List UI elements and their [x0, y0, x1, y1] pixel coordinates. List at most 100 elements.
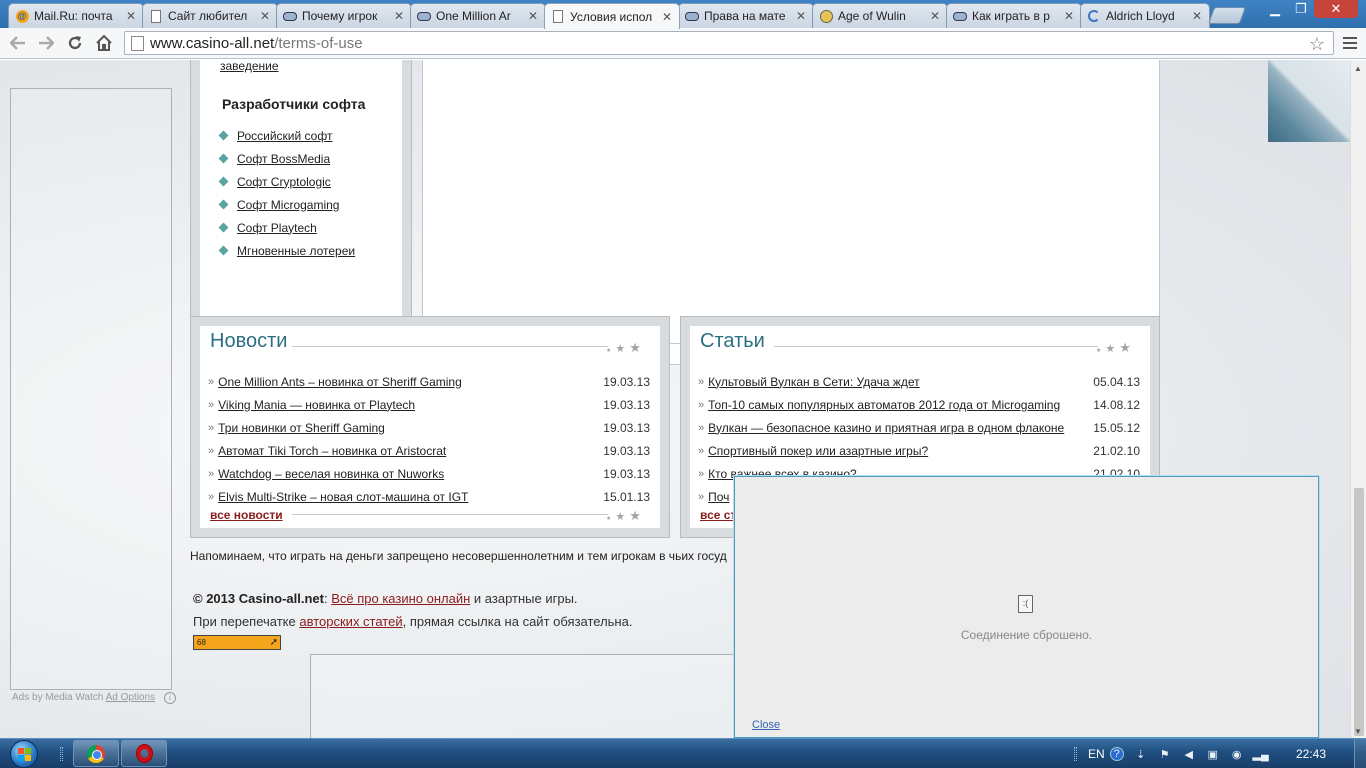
list-item: » Культовый Вулкан в Сети: Удача ждет 05.0… [698, 370, 1140, 393]
developer-list-item: Софт Microgaming [218, 193, 355, 216]
page-peel-ad[interactable] [1268, 60, 1350, 142]
tray-grip[interactable] [1074, 747, 1077, 761]
news-link[interactable]: Viking Mania — новинка от Playtech [218, 398, 595, 412]
device-icon[interactable]: ▣ [1206, 747, 1220, 761]
divider [774, 346, 1098, 347]
guillemet-bullet-icon: » [208, 490, 215, 503]
maximize-icon[interactable]: ❐ [1288, 0, 1314, 18]
page-icon [551, 10, 565, 24]
scroll-thumb[interactable] [1354, 488, 1364, 736]
forward-button[interactable] [34, 32, 58, 54]
guillemet-bullet-icon: » [698, 375, 705, 388]
item-date: 21.02.10 [1093, 443, 1140, 458]
casino-online-link[interactable]: Всё про казино онлайн [331, 591, 470, 606]
opera-icon [135, 744, 153, 763]
browser-tab[interactable]: Почему игрок ✕ [276, 3, 412, 28]
browser-tab[interactable]: One Million Ar ✕ [410, 3, 546, 28]
browser-tab[interactable]: @ Mail.Ru: почта ✕ [8, 3, 144, 28]
tab-close-icon[interactable]: ✕ [527, 10, 539, 22]
news-link[interactable]: Автомат Tiki Torch – новинка от Aristocr… [218, 444, 595, 458]
developer-link[interactable]: Софт Playtech [237, 221, 317, 235]
help-icon[interactable]: ? [1109, 747, 1124, 761]
home-button[interactable] [92, 32, 116, 54]
tab-close-icon[interactable]: ✕ [661, 11, 673, 23]
side-prev-link[interactable]: заведение [220, 60, 279, 73]
developer-list: Российский софт Софт BossMedia Софт Crypto… [218, 124, 355, 262]
taskbar-opera-button[interactable] [121, 740, 167, 767]
left-ad-banner[interactable] [10, 88, 172, 690]
browser-tab[interactable]: Сайт любител ✕ [142, 3, 278, 28]
language-indicator[interactable]: EN [1088, 747, 1105, 761]
browser-tab[interactable]: Age of Wulin ✕ [812, 3, 948, 28]
copyright-line: © 2013 Casino-all.net: Всё про казино он… [193, 591, 578, 606]
guillemet-bullet-icon: » [208, 398, 215, 411]
tab-title: Aldrich Lloyd [1106, 9, 1175, 23]
vertical-scrollbar[interactable]: ▲ ▼ [1350, 60, 1366, 738]
tab-close-icon[interactable]: ✕ [125, 10, 137, 22]
developer-link[interactable]: Софт Microgaming [237, 198, 339, 212]
bottom-ad-frame[interactable] [310, 654, 740, 738]
tab-close-icon[interactable]: ✕ [259, 10, 271, 22]
news-link[interactable]: Elvis Multi-Strike – новая слот-машина о… [218, 490, 595, 504]
scroll-up-icon[interactable]: ▲ [1354, 64, 1362, 73]
window-close-icon[interactable]: ✕ [1314, 0, 1358, 18]
article-link[interactable]: Топ-10 самых популярных автоматов 2012 г… [708, 398, 1085, 412]
article-link[interactable]: Вулкан — безопасное казино и приятная иг… [708, 421, 1085, 435]
developer-list-item: Софт BossMedia [218, 147, 355, 170]
tab-title: Условия испол [570, 9, 653, 24]
signal-bars-icon[interactable]: ▂▄ [1253, 747, 1269, 761]
all-articles-link[interactable]: все ст [700, 508, 736, 522]
browser-tab[interactable]: Как играть в р ✕ [946, 3, 1082, 28]
browser-tab[interactable]: Права на мате ✕ [678, 3, 814, 28]
info-icon[interactable]: i [163, 692, 176, 704]
minimize-icon[interactable]: ▁ [1262, 0, 1288, 18]
tab-strip: @ Mail.Ru: почта ✕ Сайт любител ✕ Почему игро… [0, 0, 1366, 29]
list-item: » Топ-10 самых популярных автоматов 2012 … [698, 393, 1140, 416]
tab-close-icon[interactable]: ✕ [795, 10, 807, 22]
new-tab-button[interactable] [1207, 7, 1247, 24]
tab-close-icon[interactable]: ✕ [1063, 10, 1075, 22]
counter-badge[interactable]: 68 ➚ [193, 635, 281, 650]
news-link[interactable]: One Million Ants – новинка от Sheriff Ga… [218, 375, 595, 389]
reload-button[interactable] [63, 32, 87, 54]
developer-list-item: Софт Cryptologic [218, 170, 355, 193]
address-bar[interactable]: www.casino-all.net/terms-of-use ☆ [124, 31, 1334, 55]
bookmark-star-icon[interactable]: ☆ [1309, 34, 1325, 55]
all-news-link[interactable]: все новости [210, 508, 283, 522]
volume-icon[interactable]: ◀ [1182, 747, 1196, 761]
list-item: » Вулкан — безопасное казино и приятная и… [698, 416, 1140, 439]
item-date: 14.08.12 [1093, 397, 1140, 412]
author-articles-link[interactable]: авторских статей [299, 614, 402, 629]
mailru-icon: @ [15, 9, 29, 23]
back-button[interactable] [6, 32, 30, 54]
developer-link[interactable]: Российский софт [237, 129, 332, 143]
forward-arrow-icon [39, 36, 54, 50]
tab-close-icon[interactable]: ✕ [929, 10, 941, 22]
tab-close-icon[interactable]: ✕ [1191, 10, 1203, 22]
ad-options-link[interactable]: Ad Options [106, 692, 155, 703]
tray-arrow-icon[interactable]: ⇣ [1134, 747, 1148, 761]
action-center-flag-icon[interactable]: ⚑ [1158, 747, 1172, 761]
taskbar-clock[interactable]: 22:43 [1296, 739, 1326, 768]
start-button[interactable] [4, 739, 44, 768]
counter-value: 68 [197, 638, 206, 647]
taskbar-chrome-button[interactable] [73, 740, 119, 767]
taskbar-grip[interactable] [60, 747, 63, 761]
article-link[interactable]: Культовый Вулкан в Сети: Удача ждет [708, 375, 1085, 389]
scroll-down-icon[interactable]: ▼ [1354, 727, 1362, 736]
developer-link[interactable]: Мгновенные лотереи [237, 244, 355, 258]
developer-link[interactable]: Софт Cryptologic [237, 175, 331, 189]
news-link[interactable]: Watchdog – веселая новинка от Nuworks [218, 467, 595, 481]
news-link[interactable]: Три новинки от Sheriff Gaming [218, 421, 595, 435]
developer-link[interactable]: Софт BossMedia [237, 152, 330, 166]
chrome-menu-icon[interactable] [1340, 32, 1360, 54]
browser-tab[interactable]: Условия испол ✕ [544, 3, 680, 29]
network-globe-icon[interactable]: ◉ [1230, 747, 1244, 761]
tab-close-icon[interactable]: ✕ [393, 10, 405, 22]
casino-icon [953, 9, 967, 23]
article-link[interactable]: Спортивный покер или азартные игры? [708, 444, 1085, 458]
browser-tab[interactable]: Aldrich Lloyd ✕ [1080, 3, 1210, 28]
show-desktop-button[interactable] [1354, 739, 1366, 768]
item-date: 19.03.13 [603, 420, 650, 435]
popup-close-link[interactable]: Close [752, 719, 780, 731]
